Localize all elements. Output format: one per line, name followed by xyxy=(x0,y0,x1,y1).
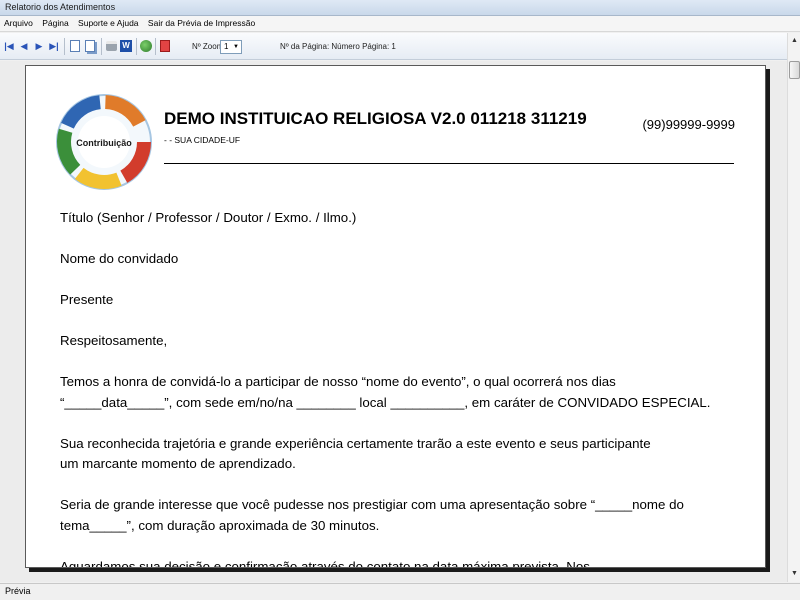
guest-name: Nome do convidado xyxy=(60,251,179,266)
window-title: Relatorio dos Atendimentos xyxy=(0,0,800,16)
pdf-icon[interactable] xyxy=(160,39,170,53)
presentation-paragraph: Seria de grande interesse que você pudes… xyxy=(60,497,684,533)
menu-arquivo[interactable]: Arquivo xyxy=(4,18,33,28)
two-pages-icon[interactable] xyxy=(85,39,95,53)
preview-viewport: Contribuição DEMO INSTITUICAO RELIGIOSA … xyxy=(0,61,787,582)
scroll-thumb[interactable] xyxy=(789,61,800,79)
letter-body: Título (Senhor / Professor / Doutor / Ex… xyxy=(60,208,740,568)
zoom-select[interactable]: 1 ▼ xyxy=(220,40,242,54)
toolbar-separator xyxy=(155,38,156,55)
logo: Contribuição xyxy=(56,94,152,190)
recognition-paragraph: Sua reconhecida trajetória e grande expe… xyxy=(60,435,651,472)
page-number-label: Nº da Página: Número Página: 1 xyxy=(280,42,396,51)
salutation-title: Título (Senhor / Professor / Doutor / Ex… xyxy=(60,210,357,225)
menu-suporte[interactable]: Suporte e Ajuda xyxy=(78,18,139,28)
invitation-paragraph: Temos a honra de convidá-lo a participar… xyxy=(60,374,711,410)
greeting-line: Respeitosamente, xyxy=(60,333,168,348)
first-page-icon[interactable]: |◀ xyxy=(4,39,14,53)
closing-paragraph: Aguardamos sua decisão e confirmação atr… xyxy=(60,558,590,568)
vertical-scrollbar[interactable]: ▲ ▼ xyxy=(787,33,800,582)
next-page-icon[interactable]: ▶ xyxy=(34,39,44,53)
word-icon[interactable]: W xyxy=(120,39,132,53)
toolbar-separator xyxy=(101,38,102,55)
organization-address: - - SUA CIDADE-UF xyxy=(164,135,241,145)
header-divider xyxy=(164,163,734,164)
report-page: Contribuição DEMO INSTITUICAO RELIGIOSA … xyxy=(25,65,766,568)
export-icon[interactable] xyxy=(140,39,152,53)
print-icon[interactable] xyxy=(106,39,117,53)
menu-sair[interactable]: Sair da Prévia de Impressão xyxy=(148,18,255,28)
toolbar-separator xyxy=(64,38,65,55)
toolbar: |◀ ◀ ▶ ▶| W Nº Zoom 1 ▼ Nº da Página: Nú… xyxy=(0,33,800,60)
single-page-icon[interactable] xyxy=(70,39,80,53)
menu-bar: Arquivo Página Suporte e Ajuda Sair da P… xyxy=(0,16,800,32)
presente-line: Presente xyxy=(60,292,114,307)
organization-phone: (99)99999-9999 xyxy=(642,117,735,132)
previous-page-icon[interactable]: ◀ xyxy=(19,39,29,53)
scroll-up-icon[interactable]: ▲ xyxy=(789,35,800,47)
organization-name: DEMO INSTITUICAO RELIGIOSA V2.0 011218 3… xyxy=(164,109,587,128)
chevron-down-icon: ▼ xyxy=(233,44,239,50)
menu-pagina[interactable]: Página xyxy=(42,18,68,28)
zoom-value: 1 xyxy=(224,42,229,51)
last-page-icon[interactable]: ▶| xyxy=(49,39,59,53)
toolbar-separator xyxy=(136,38,137,55)
status-bar: Prévia xyxy=(0,583,800,600)
zoom-label: Nº Zoom xyxy=(192,42,224,51)
logo-text: Contribuição xyxy=(76,138,132,148)
scroll-down-icon[interactable]: ▼ xyxy=(789,568,800,580)
